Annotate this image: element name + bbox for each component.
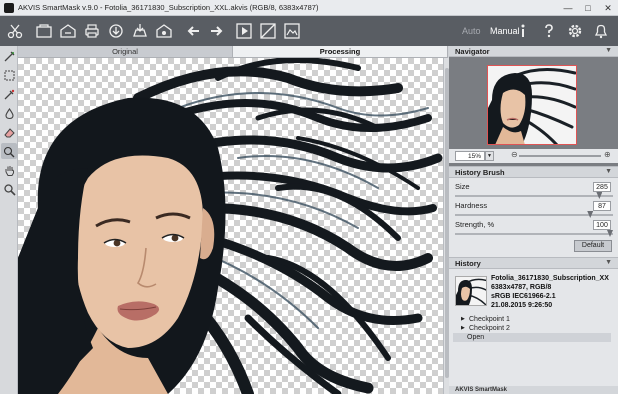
navigator-preview[interactable]: 15% ▼ ⊖ ⊕ <box>449 57 618 167</box>
export-icon[interactable] <box>131 22 149 40</box>
history-checkpoint-2[interactable]: Checkpoint 2 <box>453 324 611 333</box>
transparency-icon[interactable] <box>259 22 277 40</box>
history-brush-title: History Brush <box>455 167 505 177</box>
zoom-slider[interactable] <box>519 155 601 157</box>
rect-selection-icon[interactable] <box>1 67 17 83</box>
history-list: Fotolia_36171830_Subscription_XX 6383x47… <box>449 269 618 394</box>
window-title: AKVIS SmartMask v.9.0 - Fotolia_36171830… <box>18 3 319 12</box>
share-icon[interactable] <box>107 22 125 40</box>
default-button[interactable]: Default <box>574 240 612 252</box>
zoom-row: 15% ▼ ⊖ ⊕ <box>449 149 618 163</box>
title-bar: AKVIS SmartMask v.9.0 - Fotolia_36171830… <box>0 0 618 16</box>
history-color-profile: sRGB IEC61966-2.1 <box>491 293 556 300</box>
size-slider[interactable] <box>455 195 613 197</box>
open-image-icon[interactable] <box>35 22 53 40</box>
right-panel: Navigator ▼ 15% ▼ ⊖ ⊕ History Brush ▼ Si… <box>449 46 618 394</box>
settings-icon[interactable] <box>566 22 584 40</box>
history-checkpoint-1[interactable]: Checkpoint 1 <box>453 315 611 324</box>
history-thumbnail <box>455 276 487 306</box>
zoom-icon[interactable] <box>1 181 17 197</box>
eraser-icon[interactable] <box>1 124 17 140</box>
app-logo-icon <box>4 2 14 13</box>
collapse-icon[interactable]: ▼ <box>605 47 612 54</box>
history-title: History <box>455 258 481 268</box>
zoom-field[interactable]: 15% <box>455 151 485 161</box>
image-canvas[interactable] <box>18 58 443 394</box>
preview-icon[interactable] <box>283 22 301 40</box>
portrait-image <box>18 58 443 394</box>
run-icon[interactable] <box>235 22 253 40</box>
hardness-input[interactable]: 87 <box>593 201 611 211</box>
history-image-info: Fotolia_36171830_Subscription_XX 6383x47… <box>491 274 616 310</box>
history-timestamp: 21.08.2015 9:26:50 <box>491 302 553 309</box>
print-icon[interactable] <box>83 22 101 40</box>
collapse-icon[interactable]: ▼ <box>605 168 612 175</box>
strength-label: Strength, % <box>455 220 495 229</box>
history-dimensions: 6383x4787, RGB/8 <box>491 284 552 291</box>
chevron-down-icon[interactable]: ▼ <box>485 151 494 161</box>
hardness-row: Hardness 87 <box>453 201 613 219</box>
size-row: Size 285 <box>453 182 613 200</box>
scissors-icon[interactable] <box>6 22 24 40</box>
maximize-icon[interactable]: □ <box>578 0 598 16</box>
history-header[interactable]: History ▼ <box>449 258 618 269</box>
hand-icon[interactable] <box>1 162 17 178</box>
tool-palette <box>0 46 18 394</box>
drop-icon[interactable] <box>1 105 17 121</box>
redo-icon[interactable] <box>208 22 226 40</box>
magic-brush-icon[interactable] <box>1 48 17 64</box>
tab-original[interactable]: Original <box>18 46 233 57</box>
navigator-viewport-frame[interactable] <box>487 65 577 145</box>
collapse-icon[interactable]: ▼ <box>605 259 612 266</box>
strength-row: Strength, % 100 <box>453 220 613 238</box>
panel-footer: AKVIS SmartMask <box>449 386 618 394</box>
size-label: Size <box>455 182 470 191</box>
zoom-out-icon[interactable]: ⊖ <box>511 150 518 159</box>
zoom-in-icon[interactable]: ⊕ <box>604 150 611 159</box>
close-icon[interactable]: ✕ <box>598 0 618 16</box>
navigator-header[interactable]: Navigator ▼ <box>449 46 618 57</box>
magic-tube-icon[interactable] <box>1 86 17 102</box>
size-input[interactable]: 285 <box>593 182 611 192</box>
undo-icon[interactable] <box>184 22 202 40</box>
history-filename: Fotolia_36171830_Subscription_XX <box>491 275 609 282</box>
strength-input[interactable]: 100 <box>593 220 611 230</box>
save-icon[interactable] <box>59 22 77 40</box>
navigator-title: Navigator <box>455 46 490 56</box>
save-as-icon[interactable] <box>155 22 173 40</box>
history-brush-settings: Size 285 Hardness 87 Strength, % 100 Def… <box>449 178 618 258</box>
history-brush-icon[interactable] <box>1 143 17 159</box>
hardness-label: Hardness <box>455 201 488 210</box>
view-tabs: Original Processing <box>18 46 448 58</box>
strength-slider[interactable] <box>455 233 613 235</box>
minimize-icon[interactable]: — <box>558 0 578 16</box>
mode-auto-button[interactable]: Auto <box>462 16 481 46</box>
help-icon[interactable] <box>540 22 558 40</box>
history-open-step[interactable]: Open <box>453 333 611 342</box>
history-brush-header[interactable]: History Brush ▼ <box>449 167 618 178</box>
notifications-icon[interactable] <box>592 22 610 40</box>
info-icon[interactable] <box>514 22 532 40</box>
history-image-item[interactable]: Fotolia_36171830_Subscription_XX 6383x47… <box>453 274 614 314</box>
tab-processing[interactable]: Processing <box>233 46 448 57</box>
